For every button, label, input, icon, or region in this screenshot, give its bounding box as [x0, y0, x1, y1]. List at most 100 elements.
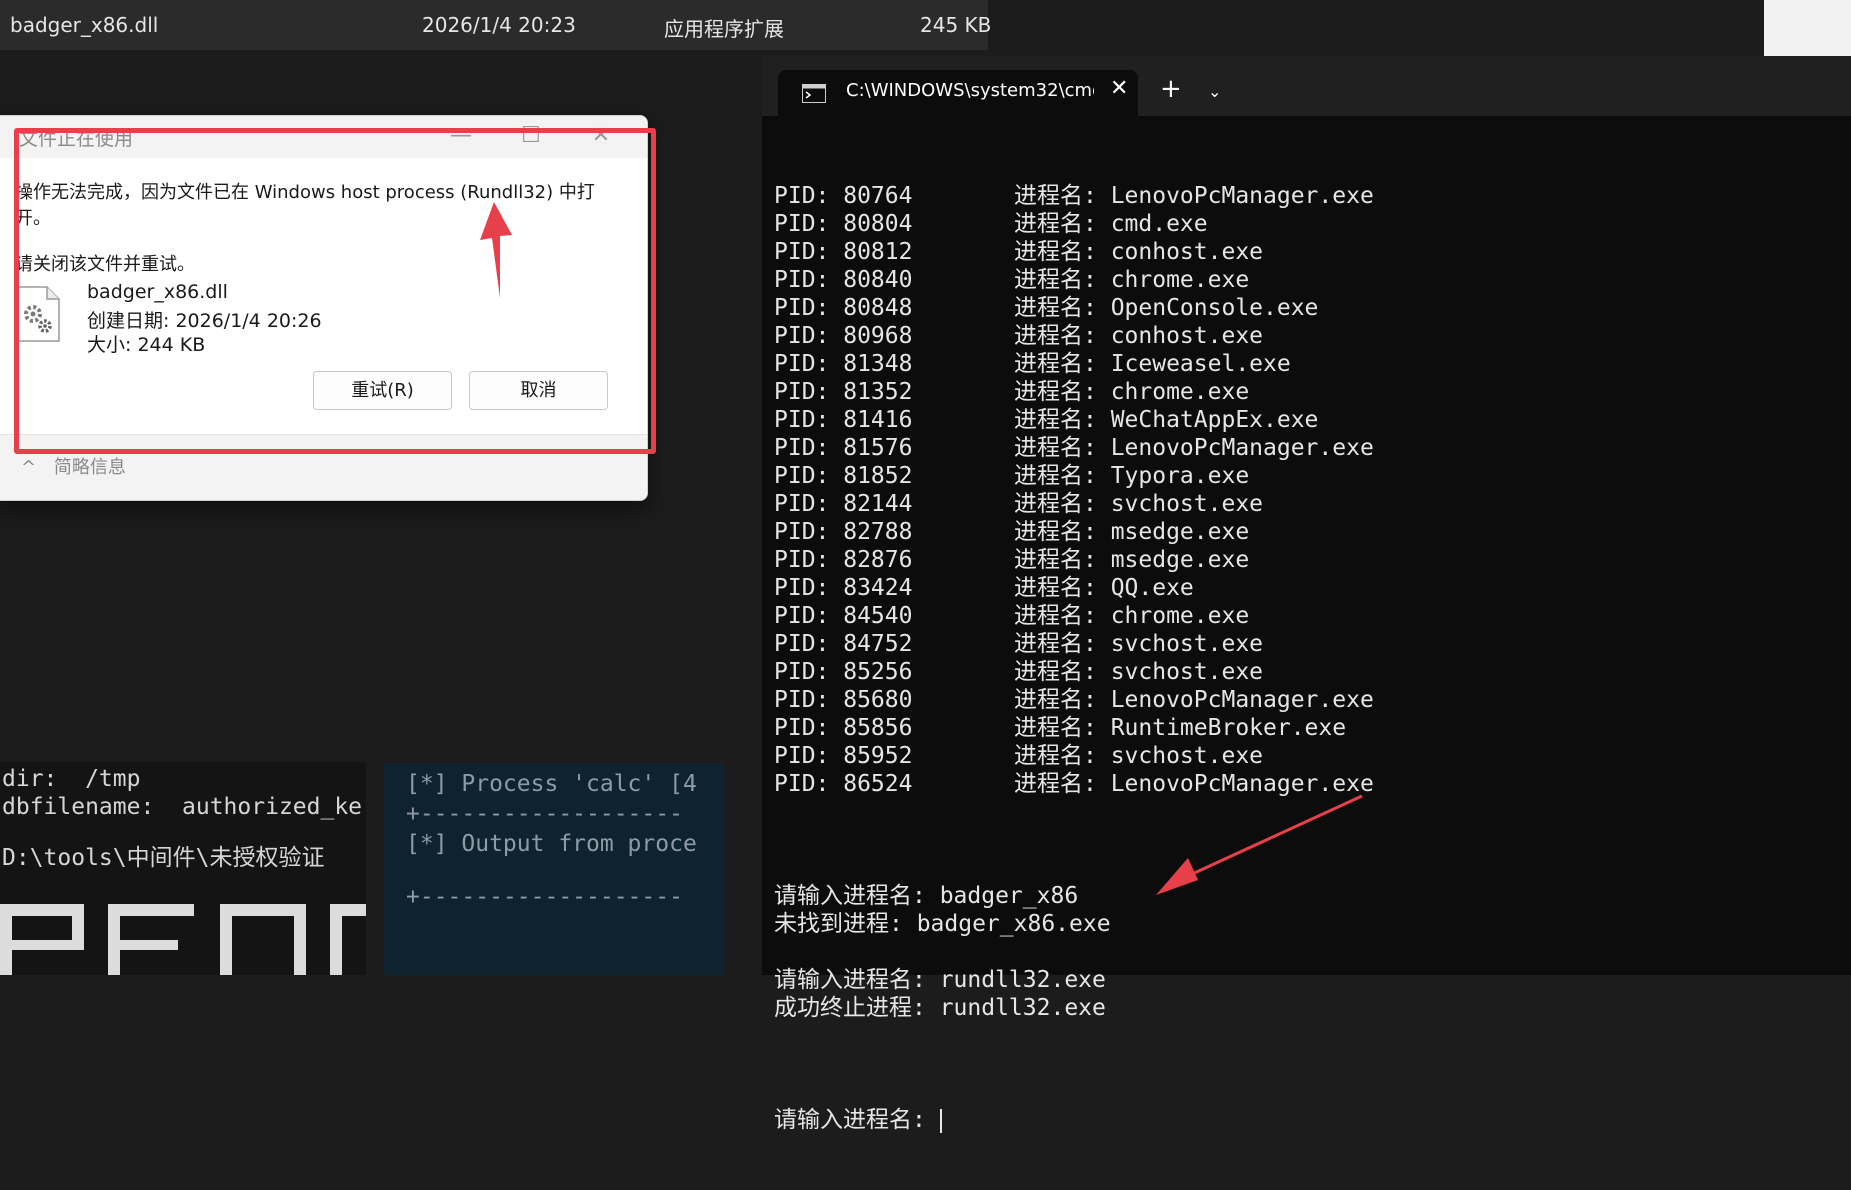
bottom-left-output: dir: /tmp dbfilename: authorized_ke D:\too…	[2, 765, 362, 872]
details-toggle[interactable]: ^ 简略信息	[21, 453, 126, 479]
file-row-type: 应用程序扩展	[664, 17, 784, 41]
process-row: PID: 86524 进程名: LenovoPcManager.exe	[774, 770, 1834, 798]
process-name: 进程名: LenovoPcManager.exe	[1014, 771, 1374, 797]
process-pid: PID: 80812	[774, 239, 913, 265]
process-name: 进程名: svchost.exe	[1014, 743, 1264, 769]
process-pid: PID: 80764	[774, 183, 913, 209]
process-pid: PID: 85256	[774, 659, 913, 685]
explorer-file-row[interactable]: badger_x86.dll 2026/1/4 20:23 应用程序扩展 245…	[0, 0, 992, 50]
process-name: 进程名: cmd.exe	[1014, 211, 1208, 237]
new-tab-button[interactable]: +	[1160, 76, 1182, 102]
process-name: 进程名: svchost.exe	[1014, 659, 1264, 685]
process-row: PID: 85256 进程名: svchost.exe	[774, 658, 1834, 686]
input-line[interactable]: 请输入进程名:	[774, 1106, 1834, 1134]
ascii-banner-art	[0, 904, 366, 975]
chevron-down-icon[interactable]: ⌄	[1208, 82, 1221, 101]
process-name: 进程名: chrome.exe	[1014, 267, 1250, 293]
process-row: PID: 81416 进程名: WeChatAppEx.exe	[774, 406, 1834, 434]
process-pid: PID: 81348	[774, 351, 913, 377]
process-name: 进程名: LenovoPcManager.exe	[1014, 183, 1374, 209]
terminal-line: +-------------------	[406, 884, 683, 910]
history-line: 请输入进程名: badger_x86	[774, 883, 1079, 909]
terminal-line: [*] Process 'calc' [4	[406, 771, 697, 797]
process-pid: PID: 82144	[774, 491, 913, 517]
process-name: 进程名: svchost.exe	[1014, 491, 1264, 517]
terminal-output[interactable]: PID: 80764 进程名: LenovoPcManager.exe PID: 8…	[774, 126, 1834, 1190]
cmd-icon	[802, 84, 826, 103]
process-row: PID: 83424 进程名: QQ.exe	[774, 574, 1834, 602]
process-row: PID: 82788 进程名: msedge.exe	[774, 518, 1834, 546]
chevron-up-icon: ^	[21, 457, 37, 478]
process-pid: PID: 84752	[774, 631, 913, 657]
terminal-tab[interactable]: C:\WINDOWS\system32\cmd.exe ✕	[778, 70, 1138, 116]
process-row: PID: 85952 进程名: svchost.exe	[774, 742, 1834, 770]
process-name: 进程名: LenovoPcManager.exe	[1014, 687, 1374, 713]
process-pid: PID: 85680	[774, 687, 913, 713]
process-pid: PID: 84540	[774, 603, 913, 629]
history-line	[774, 938, 1834, 966]
process-row: PID: 80764 进程名: LenovoPcManager.exe	[774, 182, 1834, 210]
process-row: PID: 80812 进程名: conhost.exe	[774, 238, 1834, 266]
process-row: PID: 80848 进程名: OpenConsole.exe	[774, 294, 1834, 322]
file-row-size: 245 KB	[920, 13, 992, 37]
process-pid: PID: 80840	[774, 267, 913, 293]
process-pid: PID: 85952	[774, 743, 913, 769]
terminal-tab-title: C:\WINDOWS\system32\cmd.exe	[846, 80, 1094, 101]
process-row: PID: 80968 进程名: conhost.exe	[774, 322, 1834, 350]
terminal-line: dir: /tmp	[2, 766, 141, 792]
process-row: PID: 84540 进程名: chrome.exe	[774, 602, 1834, 630]
process-name: 进程名: msedge.exe	[1014, 519, 1250, 545]
terminal-line: D:\tools\中间件\未授权验证	[2, 845, 325, 871]
details-toggle-label: 简略信息	[53, 457, 126, 478]
process-row: PID: 84752 进程名: svchost.exe	[774, 630, 1834, 658]
process-pid: PID: 80968	[774, 323, 913, 349]
process-row: PID: 81576 进程名: LenovoPcManager.exe	[774, 434, 1834, 462]
process-row: PID: 85856 进程名: RuntimeBroker.exe	[774, 714, 1834, 742]
process-name: 进程名: LenovoPcManager.exe	[1014, 435, 1374, 461]
terminal-line: +-------------------	[406, 801, 683, 827]
process-name: 进程名: OpenConsole.exe	[1014, 295, 1319, 321]
tab-close-icon[interactable]: ✕	[1110, 76, 1128, 101]
background-window-edge	[1764, 0, 1851, 56]
process-row: PID: 80840 进程名: chrome.exe	[774, 266, 1834, 294]
process-pid: PID: 82788	[774, 519, 913, 545]
process-row: PID: 85680 进程名: LenovoPcManager.exe	[774, 686, 1834, 714]
process-name: 进程名: Iceweasel.exe	[1014, 351, 1291, 377]
terminal-line: dbfilename: authorized_ke	[2, 794, 363, 820]
process-name: 进程名: QQ.exe	[1014, 575, 1194, 601]
process-row: PID: 80804 进程名: cmd.exe	[774, 210, 1834, 238]
process-row: PID: 82144 进程名: svchost.exe	[774, 490, 1834, 518]
bottom-middle-terminal: [*] Process 'calc' [4 +------------------…	[384, 763, 724, 975]
terminal-window: C:\WINDOWS\system32\cmd.exe ✕ + ⌄ PID: 8…	[762, 56, 1851, 1133]
process-row: PID: 82876 进程名: msedge.exe	[774, 546, 1834, 574]
history-line	[774, 1022, 1834, 1050]
history-line: 成功终止进程: rundll32.exe	[774, 995, 1106, 1021]
process-name: 进程名: WeChatAppEx.exe	[1014, 407, 1319, 433]
process-name: 进程名: Typora.exe	[1014, 463, 1250, 489]
process-pid: PID: 81416	[774, 407, 913, 433]
process-pid: PID: 86524	[774, 771, 913, 797]
process-pid: PID: 80804	[774, 211, 913, 237]
process-name: 进程名: RuntimeBroker.exe	[1014, 715, 1347, 741]
text-cursor	[939, 1108, 942, 1133]
bottom-middle-output: [*] Process 'calc' [4 +------------------…	[406, 769, 697, 912]
process-pid: PID: 83424	[774, 575, 913, 601]
process-name: 进程名: svchost.exe	[1014, 631, 1264, 657]
command-history: 请输入进程名: badger_x86 未找到进程: badger_x86.exe 请…	[774, 882, 1834, 1050]
process-pid: PID: 85856	[774, 715, 913, 741]
process-row: PID: 81852 进程名: Typora.exe	[774, 462, 1834, 490]
process-pid: PID: 81352	[774, 379, 913, 405]
file-row-name: badger_x86.dll	[10, 13, 159, 37]
process-pid: PID: 82876	[774, 547, 913, 573]
history-line: 请输入进程名: rundll32.exe	[774, 967, 1106, 993]
terminal-tab-bar: C:\WINDOWS\system32\cmd.exe ✕ + ⌄	[762, 56, 1851, 116]
process-pid: PID: 81576	[774, 435, 913, 461]
process-name: 进程名: conhost.exe	[1014, 323, 1264, 349]
process-row: PID: 81348 进程名: Iceweasel.exe	[774, 350, 1834, 378]
process-name: 进程名: chrome.exe	[1014, 379, 1250, 405]
process-row: PID: 81352 进程名: chrome.exe	[774, 378, 1834, 406]
process-name: 进程名: chrome.exe	[1014, 603, 1250, 629]
process-pid: PID: 80848	[774, 295, 913, 321]
